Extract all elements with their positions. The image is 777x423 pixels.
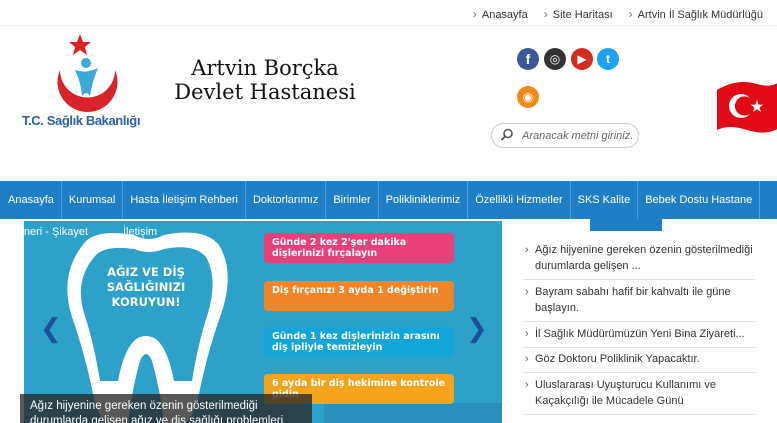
nav-institutional[interactable]: Kurumsal bbox=[62, 181, 124, 219]
slide-headline: AĞIZ VE DİŞ SAĞLIĞINIZI KORUYUN! bbox=[106, 265, 186, 309]
top-link-home[interactable]: › Anasayfa bbox=[473, 7, 528, 21]
news-item-title: Bayram sabahı hafif bir kahvaltı ile gün… bbox=[535, 286, 731, 314]
hospital-name: Artvin Borçka Devlet Hastanesi bbox=[160, 56, 370, 104]
hospital-name-line2: Devlet Hastanesi bbox=[174, 80, 356, 104]
top-bar: › Anasayfa › Site Haritası › Artvin İl Sağl… bbox=[0, 0, 777, 26]
youtube-icon[interactable]: ▶ bbox=[571, 48, 593, 70]
news-item[interactable]: › Göz Doktoru Poliklinik Yapacaktır. bbox=[523, 351, 755, 373]
nav-doctors[interactable]: Doktorlarımız bbox=[246, 181, 327, 219]
nav-sks-quality[interactable]: SKS Kalite bbox=[571, 181, 639, 219]
slide-tip-3: Günde 1 kez dişlerinizin arasını diş ipl… bbox=[264, 327, 454, 357]
logo-text: T.C. Sağlık Bakanlığı bbox=[22, 113, 141, 128]
top-link-directorate-label: Artvin İl Sağlık Müdürlüğü bbox=[637, 9, 763, 21]
nav-baby-friendly[interactable]: Bebek Dostu Hastane bbox=[638, 181, 761, 219]
image-slider[interactable]: AĞIZ VE DİŞ SAĞLIĞINIZI KORUYUN! Günde 2… bbox=[24, 221, 502, 423]
twitter-icon[interactable]: t bbox=[597, 48, 619, 70]
nav-patient-guide[interactable]: Hasta İletişim Rehberi bbox=[123, 181, 246, 219]
nav-units[interactable]: Birimler bbox=[326, 181, 379, 219]
logo-figure-head bbox=[81, 58, 91, 68]
logo-star bbox=[69, 34, 91, 55]
flag-crescent-inner bbox=[734, 96, 755, 116]
nav-complaint-suggestion[interactable]: k - Öneri - Şikayet bbox=[0, 226, 88, 238]
top-link-sitemap-label: Site Haritası bbox=[552, 9, 613, 21]
slide-tip-1: Günde 2 kez 2'şer dakika dişlerinizi fır… bbox=[264, 233, 454, 263]
slide-caption[interactable]: Ağız hijyenine gereken özenin gösterilme… bbox=[20, 394, 312, 423]
chevron-right-icon: › bbox=[628, 7, 633, 21]
slide-tip-2: Diş fırçanızı 3 ayda 1 değiştirin bbox=[264, 281, 454, 311]
news-item[interactable]: › Ağız hijyenine gereken özenin gösteril… bbox=[523, 242, 755, 280]
logo-figure-body bbox=[75, 68, 98, 96]
top-link-home-label: Anasayfa bbox=[481, 9, 528, 21]
news-item-title: İl Sağlık Müdürümüzün Yeni Bina Ziyareti… bbox=[535, 328, 745, 340]
nav-special-services[interactable]: Özellikli Hizmetler bbox=[468, 181, 571, 219]
news-item-title: Ağız hijyenine gereken özenin gösterilme… bbox=[535, 244, 753, 272]
chevron-right-icon: › bbox=[543, 7, 548, 21]
news-list: › Ağız hijyenine gereken özenin gösteril… bbox=[523, 230, 755, 423]
turkish-flag bbox=[717, 82, 777, 133]
news-item-title: Uluslararası Uyuşturucu Kullanımı ve Kaç… bbox=[535, 379, 716, 407]
chevron-right-icon: › bbox=[525, 379, 529, 391]
slider-next-arrow-icon[interactable]: ❯ bbox=[466, 313, 488, 344]
search-icon[interactable] bbox=[500, 128, 514, 142]
facebook-icon[interactable]: f bbox=[517, 48, 539, 70]
news-item[interactable]: › İl Sağlık Müdürümüzün Yeni Bina Ziyare… bbox=[523, 326, 755, 348]
nav-contact[interactable]: İletişim bbox=[123, 226, 157, 238]
nav-home[interactable]: Anasayfa bbox=[0, 181, 62, 219]
top-links: › Anasayfa › Site Haritası › Artvin İl Sağl… bbox=[473, 7, 763, 21]
top-link-sitemap[interactable]: › Site Haritası bbox=[544, 7, 613, 21]
hospital-name-line1: Artvin Borçka bbox=[191, 56, 339, 80]
slide-bottom-strip bbox=[324, 403, 502, 423]
main-nav: Anasayfa Kurumsal Hasta İletişim Rehberi… bbox=[0, 181, 777, 219]
slider-prev-arrow-icon[interactable]: ❮ bbox=[40, 313, 62, 344]
nav-polyclinics[interactable]: Polikliniklerimiz bbox=[379, 181, 469, 219]
chevron-right-icon: › bbox=[472, 7, 477, 21]
search-input[interactable] bbox=[522, 127, 634, 145]
search-box bbox=[491, 123, 639, 148]
chevron-right-icon: › bbox=[525, 286, 529, 298]
top-link-directorate[interactable]: › Artvin İl Sağlık Müdürlüğü bbox=[629, 7, 763, 21]
instagram-icon[interactable]: ◎ bbox=[544, 48, 566, 70]
chevron-right-icon: › bbox=[525, 244, 529, 256]
news-item[interactable]: › Bayram sabahı hafif bir kahvaltı ile g… bbox=[523, 284, 755, 322]
chevron-right-icon: › bbox=[525, 328, 529, 340]
rss-icon[interactable]: ◉ bbox=[517, 86, 539, 108]
news-item-title: Göz Doktoru Poliklinik Yapacaktır. bbox=[535, 353, 700, 365]
news-item[interactable]: › Uluslararası Uyuşturucu Kullanımı ve K… bbox=[523, 377, 755, 415]
chevron-right-icon: › bbox=[525, 353, 529, 365]
